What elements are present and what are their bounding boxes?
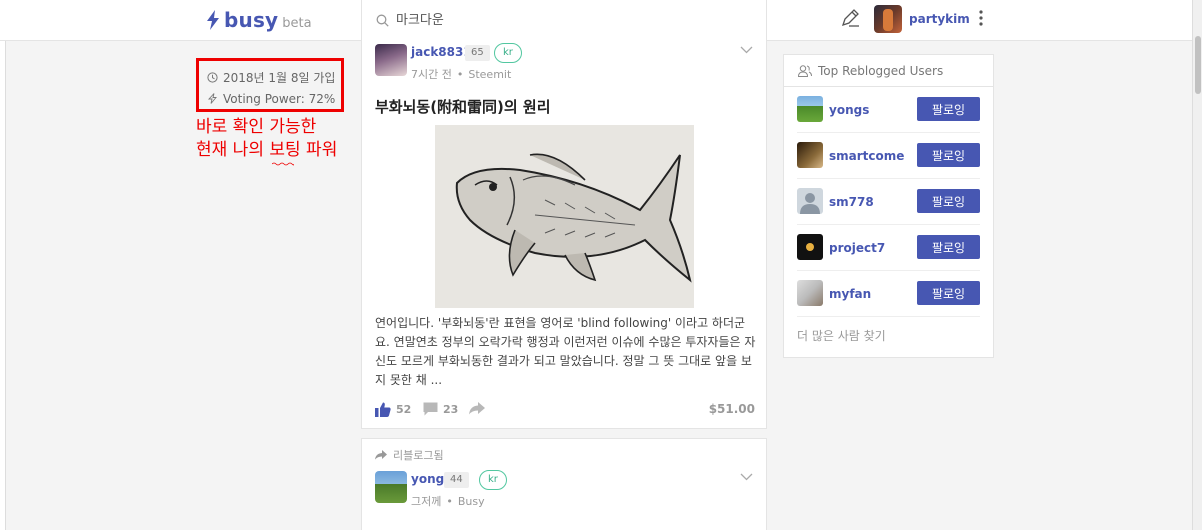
profile-info-box: 2018년 1월 8일 가입 Voting Power: 72% [196, 58, 344, 112]
write-post-icon[interactable] [840, 8, 860, 28]
reblog-label: 리블로그됨 [375, 447, 444, 463]
comment-count: 23 [443, 402, 459, 416]
post-meta: 7시간 전 • Steemit [411, 66, 511, 82]
post-excerpt[interactable]: 연어입니다. '부화뇌동'란 표현을 영어로 'blind following'… [375, 314, 757, 390]
post-header: yongs 44 kr 그저께 • Busy [362, 467, 766, 515]
top-navbar: busy beta partykim [0, 0, 1202, 41]
user-avatar[interactable] [874, 5, 902, 33]
list-item: yongs 팔로잉 [797, 87, 980, 133]
scrollbar-thumb[interactable] [1195, 36, 1201, 94]
annotation-line-2: 현재 나의 보팅 파워 [196, 140, 338, 160]
post-time[interactable]: 7시간 전 [411, 68, 452, 81]
following-button[interactable]: 팔로잉 [917, 281, 980, 305]
annotation-line-1: 바로 확인 가능한 [196, 117, 317, 137]
logo-text: busy [224, 8, 279, 32]
post-time[interactable]: 그저께 [411, 495, 441, 508]
moon-icon [806, 243, 814, 251]
clock-icon [207, 72, 218, 83]
list-item: sm778 팔로잉 [797, 179, 980, 225]
username-link[interactable]: partykim [909, 12, 970, 26]
post-image[interactable] [435, 125, 694, 308]
share-button[interactable] [469, 402, 490, 415]
post-card: 리블로그됨 yongs 44 kr 그저께 • Busy [361, 438, 767, 530]
tag-badge[interactable]: kr [479, 470, 507, 490]
like-count: 52 [396, 403, 412, 416]
comment-icon [423, 402, 438, 416]
panel-title: Top Reblogged Users [818, 63, 944, 78]
post-footer: 52 23 $51.00 [375, 400, 755, 420]
like-button[interactable]: 52 [375, 402, 411, 417]
fish-drawing-icon [435, 125, 694, 308]
join-date-row: 2018년 1월 8일 가입 [207, 67, 341, 88]
search-input[interactable] [396, 13, 736, 28]
join-date-text: 2018년 1월 8일 가입 [223, 71, 336, 85]
user-name[interactable]: project7 [829, 241, 885, 255]
reblog-text: 리블로그됨 [393, 449, 444, 462]
avatar[interactable] [797, 188, 823, 214]
bolt-icon [207, 93, 217, 104]
list-item: project7 팔로잉 [797, 225, 980, 271]
logo-beta-badge: beta [282, 16, 312, 31]
avatar[interactable] [797, 280, 823, 306]
find-more-people-link[interactable]: 더 많은 사람 찾기 [784, 317, 993, 354]
thumbs-up-icon [375, 402, 391, 417]
more-vertical-icon[interactable] [976, 8, 986, 28]
user-name[interactable]: myfan [829, 287, 871, 301]
author-avatar[interactable] [375, 44, 407, 76]
spellcheck-underline [272, 162, 294, 166]
author-name[interactable]: jack8831 [411, 45, 472, 59]
search-icon [376, 14, 389, 27]
comment-button[interactable]: 23 [423, 402, 458, 416]
post-card: jack8831 65 kr 7시간 전 • Steemit 부화뇌동(附和雷同)의… [361, 40, 767, 429]
reputation-badge: 44 [444, 472, 469, 488]
bolt-icon [207, 10, 219, 30]
following-button[interactable]: 팔로잉 [917, 235, 980, 259]
tag-badge[interactable]: kr [494, 43, 522, 63]
meta-separator: • [456, 68, 464, 81]
user-list: yongs 팔로잉 smartcome 팔로잉 sm778 팔로잉 projec… [784, 87, 993, 317]
user-name[interactable]: yongs [829, 103, 869, 117]
post-header: jack8831 65 kr 7시간 전 • Steemit [362, 40, 766, 88]
post-title[interactable]: 부화뇌동(附和雷同)의 원리 [375, 96, 551, 117]
share-arrow-icon [469, 402, 485, 415]
page-edge [0, 0, 6, 530]
user-name[interactable]: sm778 [829, 195, 874, 209]
avatar[interactable] [797, 96, 823, 122]
voting-power-text: Voting Power: 72% [223, 91, 336, 106]
list-item: smartcome 팔로잉 [797, 133, 980, 179]
post-app: Steemit [468, 68, 512, 81]
chevron-down-icon[interactable] [740, 46, 753, 54]
following-button[interactable]: 팔로잉 [917, 97, 980, 121]
reputation-badge: 65 [465, 45, 490, 61]
search-bar [361, 0, 767, 41]
meta-separator: • [446, 495, 453, 508]
default-avatar-icon [800, 193, 820, 214]
list-item: myfan 팔로잉 [797, 271, 980, 317]
following-button[interactable]: 팔로잉 [917, 143, 980, 167]
chevron-down-icon[interactable] [740, 473, 753, 481]
users-icon [798, 64, 812, 77]
following-button[interactable]: 팔로잉 [917, 189, 980, 213]
panel-header: Top Reblogged Users [784, 55, 993, 87]
scrollbar[interactable] [1192, 0, 1202, 530]
avatar[interactable] [797, 234, 823, 260]
voting-power-row: Voting Power: 72% [207, 88, 341, 109]
top-reblogged-users-panel: Top Reblogged Users yongs 팔로잉 smartcome … [783, 54, 994, 358]
post-meta: 그저께 • Busy [411, 493, 485, 509]
busy-logo[interactable]: busy beta [205, 8, 312, 32]
post-app: Busy [457, 495, 485, 508]
red-annotation: 바로 확인 가능한 현재 나의 보팅 파워 [196, 116, 337, 162]
avatar[interactable] [797, 142, 823, 168]
post-payout[interactable]: $51.00 [709, 402, 755, 416]
author-avatar[interactable] [375, 471, 407, 503]
reblog-arrow-icon [375, 450, 387, 460]
user-name[interactable]: smartcome [829, 149, 904, 163]
